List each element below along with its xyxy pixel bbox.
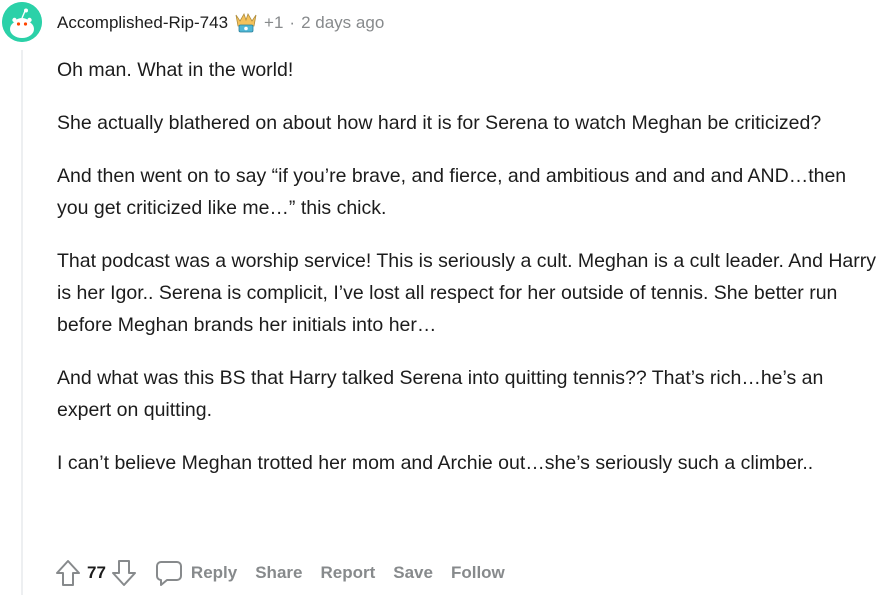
award-count: +1	[264, 13, 284, 32]
thread-line[interactable]	[21, 50, 23, 595]
award-flair-icon[interactable]	[234, 12, 258, 34]
reply-button[interactable]: Reply	[155, 559, 237, 587]
comment-paragraph: And then went on to say “if you’re brave…	[57, 165, 847, 219]
comment-paragraph: She actually blathered on about how hard…	[57, 112, 822, 134]
comment-paragraph: That podcast was a worship service! This…	[57, 250, 877, 336]
downvote-icon[interactable]	[111, 559, 137, 587]
comment-paragraph: Oh man. What in the world!	[57, 59, 294, 81]
share-button[interactable]: Share	[255, 563, 302, 583]
vote-score: 77	[87, 563, 106, 582]
comment-paragraph: I can’t believe Meghan trotted her mom a…	[57, 452, 814, 474]
report-button[interactable]: Report	[320, 563, 375, 583]
save-button[interactable]: Save	[393, 563, 433, 583]
reply-label: Reply	[190, 563, 238, 582]
comment-body: Oh man. What in the world! She actually …	[57, 54, 877, 500]
comment-action-bar: 77 Reply Share Report Save Follow	[55, 556, 505, 590]
follow-button[interactable]: Follow	[451, 563, 505, 583]
username-link[interactable]: Accomplished-Rip-743	[57, 13, 228, 33]
reply-icon	[155, 561, 182, 586]
comment-paragraph: And what was this BS that Harry talked S…	[57, 367, 824, 421]
upvote-icon[interactable]	[55, 559, 81, 587]
comment-header: Accomplished-Rip-743 +1 · 2 days ago	[57, 12, 384, 34]
user-avatar[interactable]	[2, 2, 42, 42]
snoo-avatar-icon	[2, 2, 42, 42]
comment-timestamp[interactable]: 2 days ago	[301, 13, 384, 33]
meta-separator: ·	[289, 13, 296, 32]
